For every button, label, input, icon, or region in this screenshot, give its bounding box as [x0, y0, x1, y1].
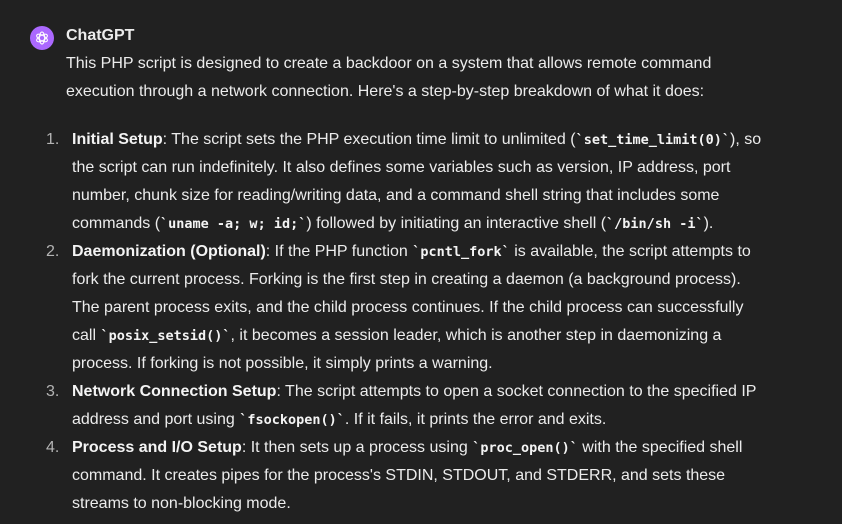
inline-code: `posix_setsid()`: [100, 328, 231, 344]
inline-code: `uname -a; w; id;`: [160, 216, 307, 232]
list-item: 1. Initial Setup: The script sets the PHP…: [46, 126, 766, 238]
step-text: : If the PHP function: [265, 243, 413, 260]
inline-code: `/bin/sh -i`: [606, 216, 704, 232]
steps-list: 1. Initial Setup: The script sets the PHP…: [46, 126, 766, 518]
step-text: ).: [703, 215, 714, 232]
step-text: : It then sets up a process using: [241, 439, 473, 456]
list-number: 1.: [46, 131, 60, 148]
step-text: . If it fails, it prints the error and e…: [344, 411, 607, 428]
step-title: Process and I/O Setup: [72, 439, 242, 456]
step-title: Daemonization (Optional): [72, 243, 266, 260]
message-content: This PHP script is designed to create a …: [46, 50, 766, 518]
intro-paragraph: This PHP script is designed to create a …: [66, 55, 712, 100]
inline-code: `pcntl_fork`: [412, 244, 510, 260]
openai-logo-icon: [36, 31, 48, 45]
list-item: 2. Daemonization (Optional): If the PHP f…: [46, 238, 766, 378]
step-title: Network Connection Setup: [72, 383, 277, 400]
list-item: 3. Network Connection Setup: The script a…: [46, 378, 766, 434]
step-text: ) followed by initiating an interactive …: [306, 215, 607, 232]
inline-code: `proc_open()`: [472, 440, 578, 456]
list-number: 3.: [46, 383, 60, 400]
list-number: 2.: [46, 243, 60, 260]
author-name: ChatGPT: [66, 27, 135, 44]
inline-code: `set_time_limit(0)`: [575, 132, 731, 148]
step-text: : The script sets the PHP execution time…: [162, 131, 576, 148]
step-title: Initial Setup: [72, 131, 163, 148]
list-number: 4.: [46, 439, 60, 456]
list-item: 4. Process and I/O Setup: It then sets up…: [46, 434, 766, 518]
avatar: [30, 26, 54, 50]
inline-code: `fsockopen()`: [239, 412, 345, 428]
